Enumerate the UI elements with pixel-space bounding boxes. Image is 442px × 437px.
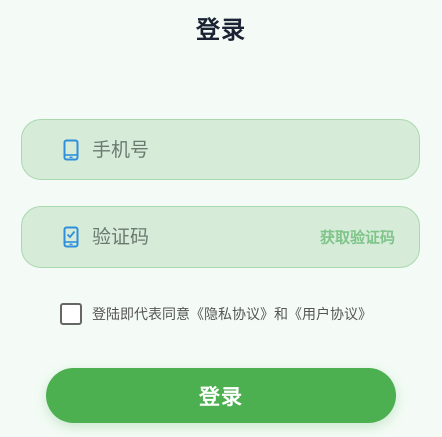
phone-input[interactable] <box>92 120 392 179</box>
agreement-conjunction: 和 <box>274 307 288 323</box>
phone-field[interactable] <box>21 119 420 180</box>
verify-code-icon <box>63 226 79 248</box>
agreement-checkbox[interactable] <box>60 303 82 325</box>
privacy-agreement-link[interactable]: 《隐私协议》 <box>190 307 274 323</box>
get-code-button[interactable]: 获取验证码 <box>320 227 395 248</box>
user-agreement-link[interactable]: 《用户协议》 <box>288 307 372 323</box>
agreement-prefix: 登陆即代表同意 <box>92 307 190 323</box>
agreement-text: 登陆即代表同意《隐私协议》和《用户协议》 <box>92 304 372 324</box>
login-button[interactable]: 登录 <box>46 368 396 423</box>
verify-code-field[interactable]: 获取验证码 <box>21 206 420 268</box>
verify-code-input[interactable] <box>92 207 312 267</box>
agreement-row: 登陆即代表同意《隐私协议》和《用户协议》 <box>60 302 372 326</box>
login-page: 登录 获取验证码 登陆即代表同意《隐私协议》和《用户协议》 登录 <box>0 0 442 437</box>
phone-icon <box>63 139 79 160</box>
page-title: 登录 <box>196 16 246 44</box>
